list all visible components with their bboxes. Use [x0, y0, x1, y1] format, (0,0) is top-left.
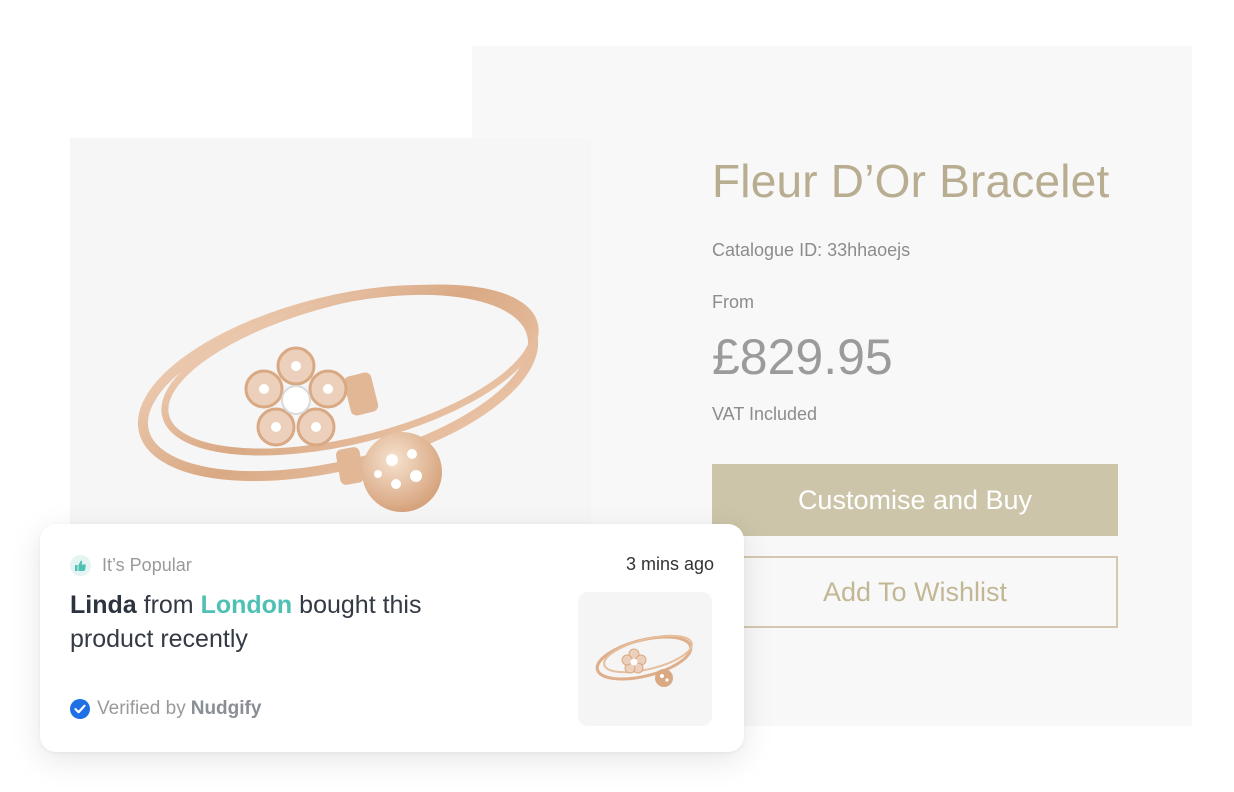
badge-label: It’s Popular	[102, 555, 192, 575]
product-price: £829.95	[712, 329, 893, 385]
verified-check-icon	[70, 699, 90, 719]
verified-row: Verified by Nudgify	[70, 698, 261, 720]
from-word: from	[143, 591, 194, 619]
customise-and-buy-button[interactable]: Customise and Buy	[712, 464, 1118, 536]
vat-note: VAT Included	[712, 404, 818, 424]
popular-badge: It’s Popular	[70, 555, 192, 576]
time-ago: 3 mins ago	[625, 554, 714, 574]
product-thumbnail	[578, 592, 712, 726]
verified-label: Verified by	[97, 698, 186, 719]
buyer-name: Linda	[70, 591, 137, 619]
buyer-city: London	[200, 591, 293, 619]
add-to-wishlist-button[interactable]: Add To Wishlist	[712, 556, 1118, 628]
verified-brand[interactable]: Nudgify	[191, 698, 262, 720]
bracelet-image-icon	[137, 284, 539, 512]
product-title: Fleur D’Or Bracelet	[712, 155, 1110, 207]
bracelet-thumbnail-icon	[595, 634, 693, 687]
price-prefix: From	[712, 292, 754, 312]
social-proof-notification[interactable]: It’s Popular 3 mins ago Linda from Londo…	[40, 524, 744, 752]
catalogue-id: Catalogue ID: 33hhaoejs	[712, 240, 911, 260]
notification-message: Linda from London bought this product re…	[70, 588, 510, 656]
product-image	[70, 138, 591, 538]
thumbs-up-icon	[70, 555, 91, 576]
